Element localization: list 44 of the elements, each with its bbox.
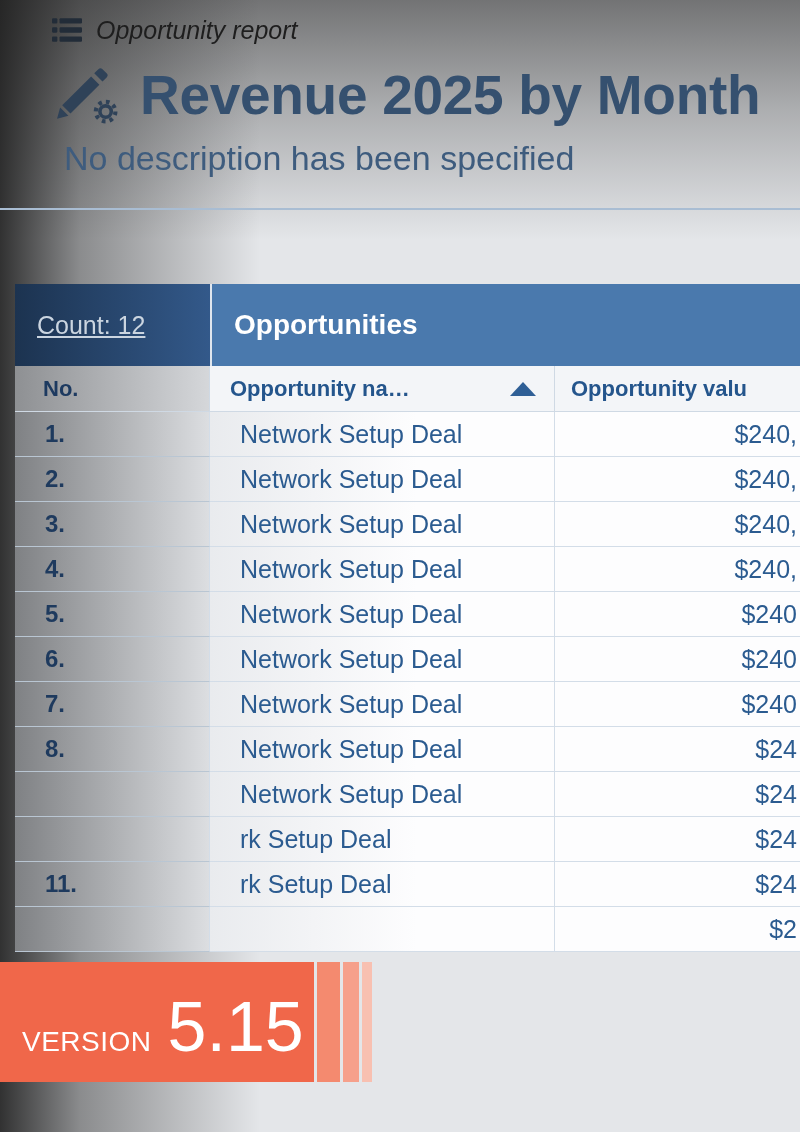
table-cell: $240 [555, 637, 800, 682]
table-cell: 7. [15, 682, 210, 727]
table-cell: 2. [15, 457, 210, 502]
column-header[interactable]: Opportunity na… [210, 366, 555, 412]
table-cell: Network Setup Deal [210, 682, 555, 727]
table-cell: Network Setup Deal [210, 412, 555, 457]
count-link[interactable]: Count: 12 [37, 310, 146, 340]
table-cell: $240 [555, 682, 800, 727]
table-cell: $24 [555, 817, 800, 862]
table-cell: $24 [555, 772, 800, 817]
table-cell: 1. [15, 412, 210, 457]
version-number: 5.15 [167, 992, 304, 1062]
table-cell: 8. [15, 727, 210, 772]
table-cell: Network Setup Deal [210, 727, 555, 772]
column-header[interactable]: No. [15, 366, 210, 412]
breadcrumb-label[interactable]: Opportunity report [96, 15, 298, 45]
table-cell: Network Setup Deal [210, 637, 555, 682]
table-cell: $24 [555, 862, 800, 907]
table-cell: 11. [15, 862, 210, 907]
table-cell: Network Setup Deal [210, 772, 555, 817]
table-cell: $240, [555, 412, 800, 457]
table-cell: $240, [555, 547, 800, 592]
table-cell: Network Setup Deal [210, 547, 555, 592]
version-label: VERSION [22, 1028, 152, 1056]
table-cell: 3. [15, 502, 210, 547]
table-cell: Network Setup Deal [210, 502, 555, 547]
list-icon [52, 18, 82, 42]
table-cell: Network Setup Deal [210, 592, 555, 637]
report-title: Revenue 2025 by Month [140, 63, 761, 128]
table-cell: $24 [555, 727, 800, 772]
table-cell: 6. [15, 637, 210, 682]
table-cell: rk Setup Deal [210, 817, 555, 862]
table-cell: Network Setup Deal [210, 457, 555, 502]
table-cell: $240 [555, 592, 800, 637]
table-cell: 4. [15, 547, 210, 592]
group-header: Opportunities [210, 284, 800, 366]
table-cell: $240, [555, 457, 800, 502]
table-cell: $240, [555, 502, 800, 547]
column-header[interactable]: Opportunity valu [555, 366, 800, 412]
report-description: No description has been specified [64, 138, 575, 178]
pencil-gear-icon[interactable] [56, 66, 118, 124]
table-cell: $2 [555, 907, 800, 952]
table-cell: 5. [15, 592, 210, 637]
table-cell: rk Setup Deal [210, 862, 555, 907]
